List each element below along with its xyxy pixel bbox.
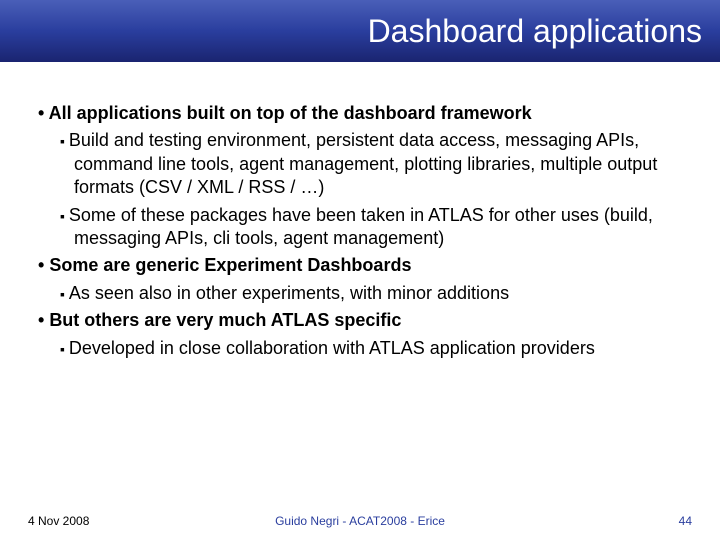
slide-title-bar: Dashboard applications (0, 0, 720, 62)
bullet-item: Some are generic Experiment Dashboards (38, 254, 682, 277)
slide-footer: 4 Nov 2008 Guido Negri - ACAT2008 - Eric… (0, 514, 720, 528)
footer-author: Guido Negri - ACAT2008 - Erice (275, 514, 445, 528)
bullet-sub-item: Developed in close collaboration with AT… (60, 337, 682, 360)
bullet-item: All applications built on top of the das… (38, 102, 682, 125)
bullet-sub-item: As seen also in other experiments, with … (60, 282, 682, 305)
slide-title: Dashboard applications (368, 13, 702, 50)
footer-date: 4 Nov 2008 (28, 514, 89, 528)
footer-page-number: 44 (679, 514, 692, 528)
bullet-item: But others are very much ATLAS specific (38, 309, 682, 332)
slide-content: All applications built on top of the das… (0, 62, 720, 360)
bullet-sub-item: Some of these packages have been taken i… (60, 204, 682, 251)
bullet-sub-item: Build and testing environment, persisten… (60, 129, 682, 199)
